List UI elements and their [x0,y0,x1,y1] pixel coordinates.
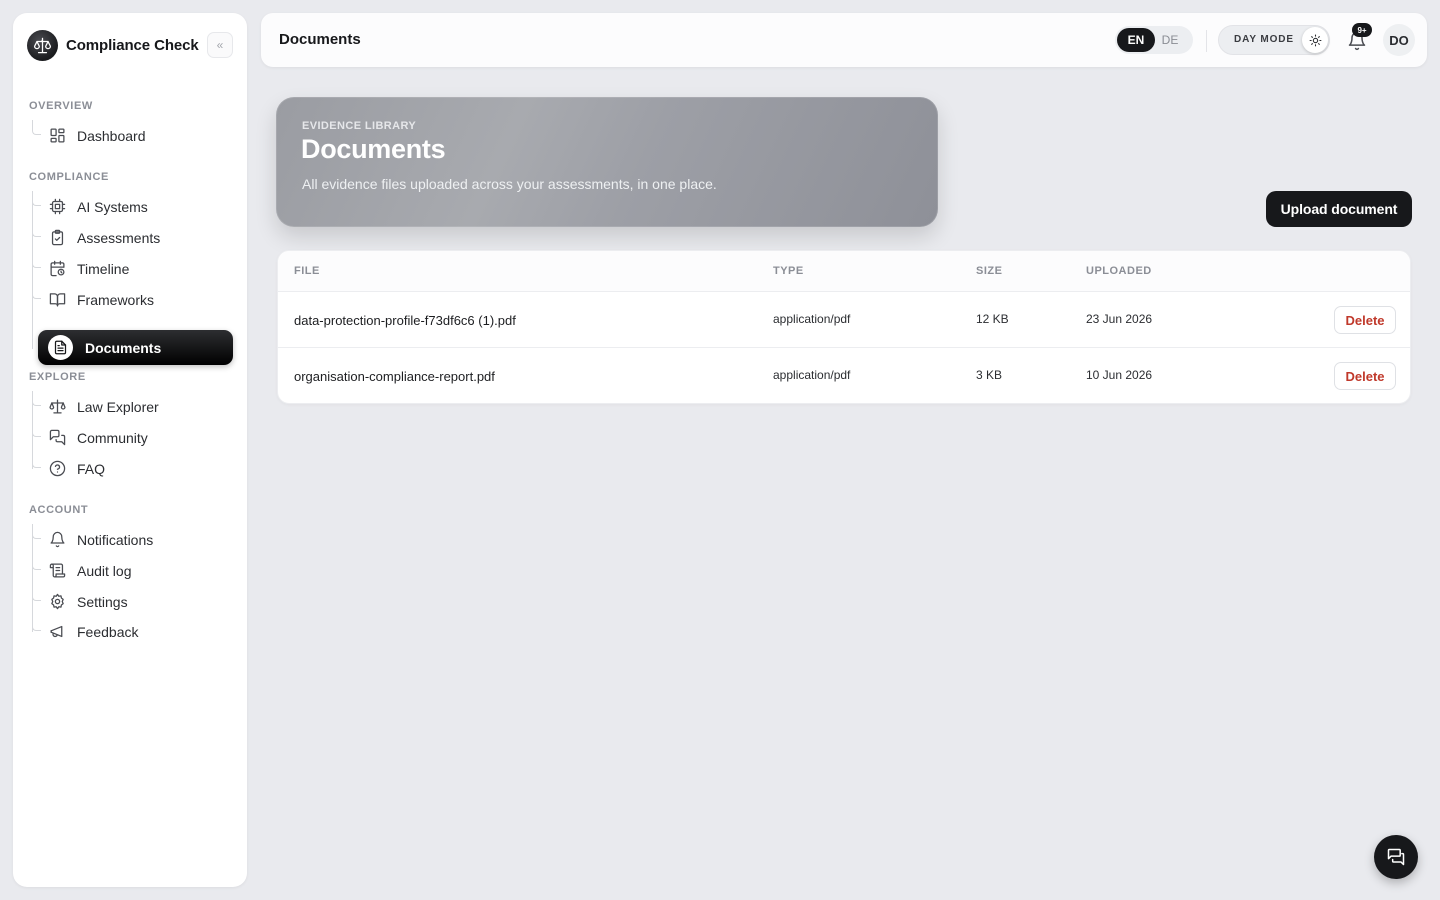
section-label-overview: OVERVIEW [29,100,93,112]
sidebar-item-label: Notifications [77,531,154,548]
file-type: application/pdf [773,368,851,382]
sidebar-item-frameworks[interactable]: Frameworks [29,284,233,315]
book-open-icon [49,291,66,308]
upload-document-button[interactable]: Upload document [1266,191,1412,227]
file-size: 3 KB [976,368,1003,382]
sidebar-item-label: Dashboard [77,127,146,144]
sidebar-item-label: Documents [85,339,162,356]
collapse-sidebar-button[interactable]: « [207,32,233,58]
hero-subtitle: All evidence files uploaded across your … [302,176,717,192]
hero-title: Documents [301,134,446,164]
hero-eyebrow: EVIDENCE LIBRARY [302,120,417,132]
dashboard-icon [49,127,66,144]
table-row: organisation-compliance-report.pdf appli… [278,348,1410,404]
mode-label: DAY MODE [1234,34,1294,45]
sidebar-item-label: Audit log [77,562,132,579]
language-switch: EN DE [1115,26,1193,54]
sidebar-item-label: FAQ [77,460,106,477]
chat-icon [1386,847,1406,867]
column-header-uploaded[interactable]: UPLOADED [1086,265,1152,277]
sidebar-item-label: Community [77,429,148,446]
bell-icon [49,531,66,548]
table-header: FILE TYPE SIZE UPLOADED [278,251,1410,292]
calendar-clock-icon [49,260,66,277]
delete-button[interactable]: Delete [1334,362,1396,390]
file-type: application/pdf [773,312,851,326]
scale-logo-icon [27,30,58,61]
sidebar-item-notifications[interactable]: Notifications [29,524,233,555]
table-row: data-protection-profile-f73df6c6 (1).pdf… [278,292,1410,348]
sidebar-item-label: AI Systems [77,198,148,215]
language-de-button[interactable]: DE [1151,28,1189,52]
sun-icon [1302,27,1328,53]
app-name: Compliance Check [66,37,199,54]
sidebar-item-assessments[interactable]: Assessments [29,222,233,253]
page-title: Documents [279,31,361,48]
topbar: Documents EN DE DAY MODE 9+ DO [261,13,1427,67]
help-circle-icon [49,460,66,477]
sidebar-item-label: Law Explorer [77,398,159,415]
cpu-icon [49,198,66,215]
sidebar-item-label: Frameworks [77,291,155,308]
sidebar-item-label: Feedback [77,623,139,640]
hero-banner: EVIDENCE LIBRARY Documents All evidence … [276,97,938,227]
sidebar: Compliance Check « OVERVIEW Dashboard CO… [13,13,247,887]
divider [1206,30,1207,52]
delete-button[interactable]: Delete [1334,306,1396,334]
section-label-account: ACCOUNT [29,504,89,516]
chat-bubbles-icon [49,429,66,446]
day-mode-toggle[interactable]: DAY MODE [1218,25,1330,55]
upload-date: 10 Jun 2026 [1086,368,1153,382]
file-size: 12 KB [976,312,1009,326]
brand[interactable]: Compliance Check [27,30,199,61]
chevrons-left-icon: « [216,38,224,52]
column-header-size[interactable]: SIZE [976,265,1002,277]
column-header-file[interactable]: FILE [294,265,320,277]
sidebar-item-settings[interactable]: Settings [29,586,233,617]
sidebar-item-audit-log[interactable]: Audit log [29,555,233,586]
clipboard-check-icon [49,229,66,246]
sidebar-item-ai-systems[interactable]: AI Systems [29,191,233,222]
language-en-button[interactable]: EN [1117,28,1155,52]
sidebar-item-dashboard[interactable]: Dashboard [29,120,233,151]
sidebar-item-law-explorer[interactable]: Law Explorer [29,391,233,422]
section-label-explore: EXPLORE [29,371,86,383]
megaphone-icon [49,623,66,640]
sidebar-item-community[interactable]: Community [29,422,233,453]
sidebar-item-timeline[interactable]: Timeline [29,253,233,284]
gear-icon [49,593,66,610]
scale-icon [49,398,66,415]
file-name[interactable]: data-protection-profile-f73df6c6 (1).pdf [294,313,516,328]
document-icon [48,335,73,360]
sidebar-item-label: Timeline [77,260,130,277]
sidebar-item-feedback[interactable]: Feedback [29,616,233,647]
upload-date: 23 Jun 2026 [1086,312,1153,326]
chat-support-button[interactable] [1374,835,1418,879]
avatar[interactable]: DO [1383,24,1415,56]
column-header-type[interactable]: TYPE [773,265,804,277]
sidebar-item-label: Assessments [77,229,161,246]
section-label-compliance: COMPLIANCE [29,171,109,183]
sidebar-item-label: Settings [77,593,128,610]
sidebar-item-documents[interactable]: Documents [38,330,233,365]
notifications-badge: 9+ [1352,23,1372,37]
scroll-icon [49,562,66,579]
documents-table: FILE TYPE SIZE UPLOADED data-protection-… [277,250,1411,404]
sidebar-item-faq[interactable]: FAQ [29,453,233,484]
file-name[interactable]: organisation-compliance-report.pdf [294,369,495,384]
